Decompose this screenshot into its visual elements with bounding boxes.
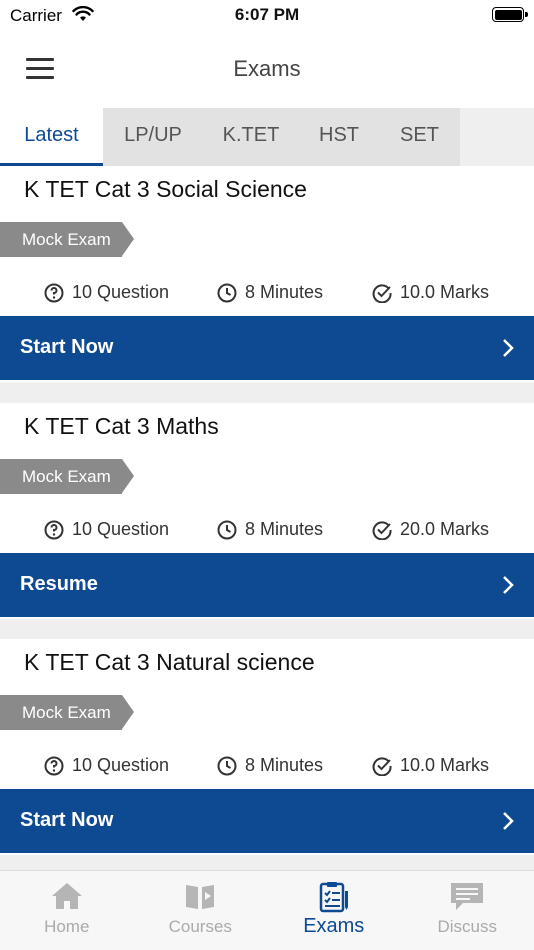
- marks-label: 10.0 Marks: [400, 755, 490, 775]
- question-count: 10 Question: [44, 755, 169, 776]
- marks-label: 20.0 Marks: [400, 519, 490, 539]
- question-icon: [44, 520, 64, 539]
- action-label: Start Now: [20, 809, 114, 831]
- tab-k-tet[interactable]: K.TET: [203, 108, 299, 166]
- start-now-button[interactable]: Start Now: [0, 789, 534, 853]
- exam-title: K TET Cat 3 Social Science: [24, 176, 307, 202]
- bottom-tab-courses[interactable]: Courses: [134, 871, 268, 950]
- chevron-right-icon: [503, 812, 514, 830]
- status-time: 6:07 PM: [234, 5, 300, 24]
- exam-type-badge: Mock Exam: [0, 459, 134, 494]
- exam-card: K TET Cat 3 Natural science Mock Exam 10…: [0, 639, 534, 855]
- bottom-tab-label: Courses: [168, 917, 232, 936]
- marks-label: 10.0 Marks: [400, 282, 490, 302]
- duration: 8 Minutes: [217, 755, 323, 776]
- status-bar: Carrier 6:07 PM: [0, 0, 534, 34]
- question-count-label: 10 Question: [72, 282, 170, 302]
- resume-button[interactable]: Resume: [0, 553, 534, 617]
- tab-hst[interactable]: HST: [299, 108, 379, 166]
- exam-type-badge: Mock Exam: [0, 695, 134, 730]
- duration-label: 8 Minutes: [245, 519, 324, 539]
- tabs-background: [460, 108, 534, 166]
- check-circle-icon: [372, 283, 392, 303]
- question-count-label: 10 Question: [72, 519, 170, 539]
- exam-card: K TET Cat 3 Social Science Mock Exam 10 …: [0, 166, 534, 382]
- question-icon: [44, 756, 64, 775]
- tab-lp-up[interactable]: LP/UP: [103, 108, 203, 166]
- bottom-tab-label: Exams: [303, 915, 365, 937]
- check-circle-icon: [372, 520, 392, 540]
- marks: 10.0 Marks: [372, 755, 489, 776]
- question-count: 10 Question: [44, 519, 169, 540]
- exam-card: K TET Cat 3 Maths Mock Exam 10 Question …: [0, 403, 534, 619]
- tab-set[interactable]: SET: [379, 108, 460, 166]
- exam-category-tabs: Latest LP/UP K.TET HST SET: [0, 108, 460, 166]
- courses-icon: [186, 885, 215, 909]
- action-label: Start Now: [20, 336, 114, 358]
- exam-title: K TET Cat 3 Maths: [24, 413, 219, 439]
- chevron-right-icon: [503, 339, 514, 357]
- marks: 10.0 Marks: [372, 282, 489, 303]
- bottom-tab-bar: Home Courses Exams Discuss: [0, 870, 534, 950]
- exam-title: K TET Cat 3 Natural science: [24, 649, 315, 675]
- marks: 20.0 Marks: [372, 519, 489, 540]
- home-icon: [51, 883, 82, 909]
- clock-icon: [217, 756, 237, 775]
- question-count-label: 10 Question: [72, 755, 170, 775]
- duration: 8 Minutes: [217, 519, 323, 540]
- action-label: Resume: [20, 573, 98, 595]
- duration-label: 8 Minutes: [245, 755, 324, 775]
- exam-type-badge: Mock Exam: [0, 222, 134, 257]
- page-title: Exams: [233, 56, 301, 81]
- start-now-button[interactable]: Start Now: [0, 316, 534, 380]
- battery-icon: [492, 7, 528, 22]
- discuss-icon: [451, 883, 484, 910]
- bottom-tab-label: Home: [44, 917, 90, 936]
- chevron-right-icon: [503, 576, 514, 594]
- check-circle-icon: [372, 756, 392, 776]
- duration: 8 Minutes: [217, 282, 323, 303]
- duration-label: 8 Minutes: [245, 282, 324, 302]
- tab-latest[interactable]: Latest: [0, 108, 103, 166]
- clock-icon: [217, 283, 237, 302]
- bottom-tab-home[interactable]: Home: [0, 871, 134, 950]
- bottom-tab-label: Discuss: [437, 917, 497, 936]
- question-icon: [44, 283, 64, 302]
- bottom-tab-exams[interactable]: Exams: [267, 871, 401, 950]
- clock-icon: [217, 520, 237, 539]
- exams-icon: [319, 882, 348, 913]
- question-count: 10 Question: [44, 282, 169, 303]
- nav-bar: Exams: [0, 34, 534, 108]
- bottom-tab-discuss[interactable]: Discuss: [401, 871, 534, 950]
